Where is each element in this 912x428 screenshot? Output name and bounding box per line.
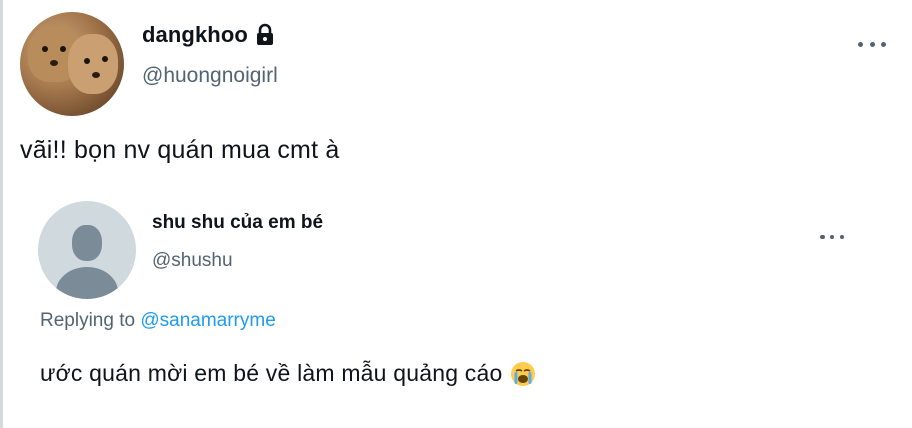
dog-eye [84, 58, 90, 64]
dog-nose [92, 72, 100, 78]
dog-eye [60, 46, 66, 52]
tweet-text: vãi!! bọn nv quán mua cmt à [20, 136, 340, 164]
more-dot [829, 234, 835, 240]
quoted-tweet-text: ước quán mời em bé về làm mẫu quảng cáo [40, 360, 536, 387]
replying-prefix: Replying to [40, 310, 136, 331]
dog-eye [42, 46, 48, 52]
avatar-head-shape [72, 225, 102, 261]
user-handle[interactable]: @huongnoigirl [142, 64, 278, 88]
more-options-icon[interactable] [858, 36, 886, 52]
more-dot [820, 234, 825, 240]
lock-icon [256, 23, 273, 45]
tweet-card: dangkhoo @huongnoigirl vãi!! bọn nv quán… [0, 0, 912, 428]
display-name-text[interactable]: dangkhoo [142, 22, 248, 48]
more-dot [881, 41, 886, 47]
quoted-display-name[interactable]: shu shu của em bé [152, 212, 323, 234]
dog-eye [102, 56, 108, 62]
more-dot [869, 41, 875, 47]
quoted-tweet-text-content: ước quán mời em bé về làm mẫu quảng cáo [40, 360, 503, 386]
more-options-icon[interactable] [820, 230, 844, 244]
default-avatar-icon[interactable] [38, 201, 136, 299]
display-name[interactable]: dangkhoo [142, 22, 276, 48]
dog-shape [68, 34, 118, 94]
quoted-tweet[interactable]: shu shu của em bé @shushu Replying to @s… [0, 188, 912, 428]
more-dot [839, 234, 844, 240]
replying-mention-link[interactable]: @sanamarryme [140, 310, 275, 331]
more-dot [858, 41, 863, 47]
quoted-user-handle[interactable]: @shushu [152, 250, 233, 272]
avatar[interactable] [20, 12, 124, 116]
replying-to: Replying to @sanamarryme [40, 310, 276, 332]
loudly-crying-face-emoji [511, 361, 536, 386]
dog-nose [50, 60, 58, 66]
avatar-shoulders-shape [56, 267, 118, 299]
